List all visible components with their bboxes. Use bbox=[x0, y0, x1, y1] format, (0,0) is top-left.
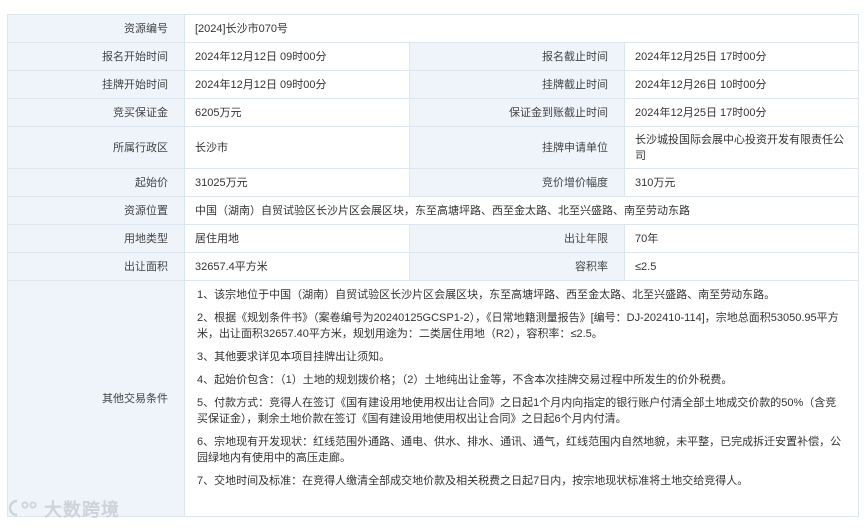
condition-note: 4、起始价包含：（1）土地的规划拨价格；（2）土地纯出让金等，不含本次挂牌交易过… bbox=[197, 374, 733, 386]
applicant-label: 挂牌申请单位 bbox=[409, 126, 625, 169]
bid-increment-label: 竞价增价幅度 bbox=[409, 168, 625, 197]
condition-note: 2、根据《规划条件书》（案卷编号为20240125GCSP1-2），《日常地籍测… bbox=[197, 312, 839, 340]
parcel-id-label: 资源编号 bbox=[7, 14, 185, 43]
row-price: 起始价 31025万元 竞价增价幅度 310万元 bbox=[7, 168, 860, 197]
row-deposit: 竞买保证金 6205万元 保证金到账截止时间 2024年12月25日 17时00… bbox=[7, 98, 860, 127]
location-label: 资源位置 bbox=[7, 196, 185, 225]
apply-start-value: 2024年12月12日 09时00分 bbox=[184, 42, 410, 71]
condition-note: 6、宗地现有开发现状：红线范围外通路、通电、供水、排水、通讯、通气，红线范围内自… bbox=[197, 436, 842, 464]
location-value: 中国（湖南）自贸试验区长沙片区会展区块，东至高塘坪路、西至金太路、北至兴盛路、南… bbox=[183, 196, 860, 225]
row-parcel-id: 资源编号 [2024]长沙市070号 bbox=[7, 14, 860, 43]
land-transaction-table: 资源编号 [2024]长沙市070号 报名开始时间 2024年12月12日 09… bbox=[7, 14, 860, 517]
other-conditions-label: 其他交易条件 bbox=[7, 280, 185, 517]
row-district: 所属行政区 长沙市 挂牌申请单位 长沙城投国际会展中心投资开发有限责任公司 bbox=[7, 126, 860, 169]
watermark: 大数跨境 bbox=[8, 496, 120, 522]
row-land-use: 用地类型 居住用地 出让年限 70年 bbox=[7, 224, 860, 253]
apply-end-value: 2024年12月25日 17时00分 bbox=[623, 42, 860, 71]
row-apply-time: 报名开始时间 2024年12月12日 09时00分 报名截止时间 2024年12… bbox=[7, 42, 860, 71]
term-value: 70年 bbox=[623, 224, 860, 253]
area-value: 32657.4平方米 bbox=[184, 252, 410, 281]
parcel-id-value: [2024]长沙市070号 bbox=[183, 14, 860, 43]
bid-increment-value: 310万元 bbox=[623, 168, 860, 197]
other-conditions-value: 1、该宗地位于中国（湖南）自贸试验区长沙片区会展区块，东至高塘坪路、西至金太路、… bbox=[183, 280, 860, 517]
land-use-label: 用地类型 bbox=[7, 224, 185, 253]
term-label: 出让年限 bbox=[409, 224, 625, 253]
row-other-conditions: 其他交易条件 1、该宗地位于中国（湖南）自贸试验区长沙片区会展区块，东至高塘坪路… bbox=[7, 280, 860, 517]
area-label: 出让面积 bbox=[7, 252, 185, 281]
condition-note: 1、该宗地位于中国（湖南）自贸试验区长沙片区会展区块，东至高塘坪路、西至金太路、… bbox=[197, 289, 776, 301]
applicant-value: 长沙城投国际会展中心投资开发有限责任公司 bbox=[623, 126, 860, 169]
listing-end-label: 挂牌截止时间 bbox=[409, 70, 625, 99]
condition-note: 3、其他要求详见本项目挂牌出让须知。 bbox=[197, 351, 391, 363]
apply-start-label: 报名开始时间 bbox=[7, 42, 185, 71]
deposit-label: 竞买保证金 bbox=[7, 98, 185, 127]
deposit-deadline-value: 2024年12月25日 17时00分 bbox=[623, 98, 860, 127]
row-location: 资源位置 中国（湖南）自贸试验区长沙片区会展区块，东至高塘坪路、西至金太路、北至… bbox=[7, 196, 860, 225]
row-area: 出让面积 32657.4平方米 容积率 ≤2.5 bbox=[7, 252, 860, 281]
listing-start-value: 2024年12月12日 09时00分 bbox=[184, 70, 410, 99]
plot-ratio-value: ≤2.5 bbox=[623, 252, 860, 281]
deposit-value: 6205万元 bbox=[184, 98, 410, 127]
listing-end-value: 2024年12月26日 10时00分 bbox=[623, 70, 860, 99]
start-price-value: 31025万元 bbox=[184, 168, 410, 197]
condition-note: 7、交地时间及标准：在竞得人缴清全部成交地价款及相关税费之日起7日内，按宗地现状… bbox=[197, 475, 749, 487]
listing-start-label: 挂牌开始时间 bbox=[7, 70, 185, 99]
deposit-deadline-label: 保证金到账截止时间 bbox=[409, 98, 625, 127]
plot-ratio-label: 容积率 bbox=[409, 252, 625, 281]
brand-logo-icon bbox=[8, 499, 40, 520]
row-listing-time: 挂牌开始时间 2024年12月12日 09时00分 挂牌截止时间 2024年12… bbox=[7, 70, 860, 99]
condition-note: 5、付款方式：竞得人在签订《国有建设用地使用权出让合同》之日起1个月内向指定的银… bbox=[197, 397, 837, 425]
apply-end-label: 报名截止时间 bbox=[409, 42, 625, 71]
district-label: 所属行政区 bbox=[7, 126, 185, 169]
start-price-label: 起始价 bbox=[7, 168, 185, 197]
district-value: 长沙市 bbox=[184, 126, 410, 169]
watermark-text: 大数跨境 bbox=[44, 500, 120, 520]
land-use-value: 居住用地 bbox=[184, 224, 410, 253]
